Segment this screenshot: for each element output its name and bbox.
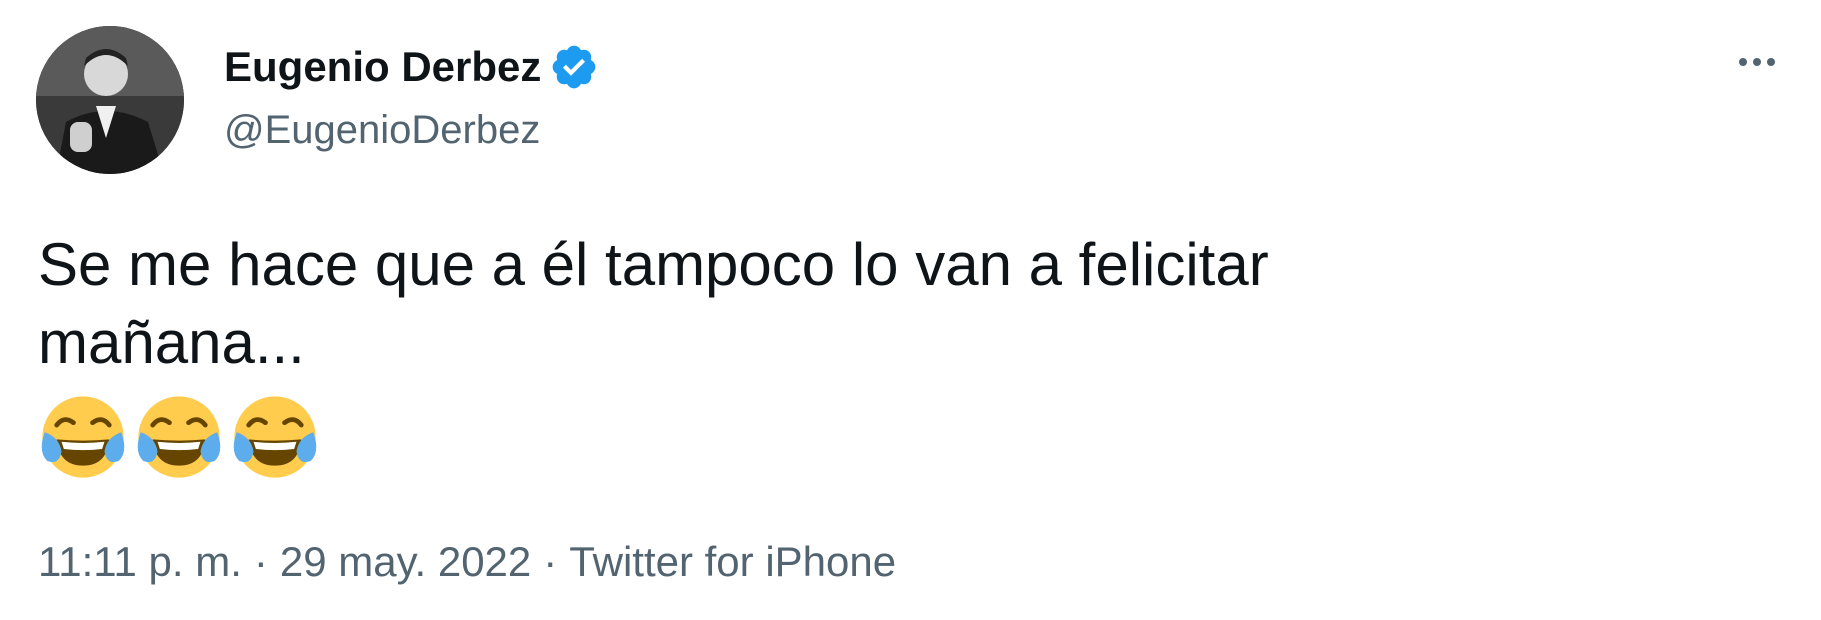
more-dot (1753, 58, 1761, 66)
tweet-text: Se me hace que a él tampoco lo van a fel… (38, 226, 1538, 382)
avatar-image (36, 26, 184, 174)
more-options-icon[interactable] (1727, 40, 1787, 84)
tweet-card: Eugenio Derbez @EugenioDerbez Se me hace… (0, 0, 1821, 620)
face-with-tears-of-joy-icon (137, 396, 221, 478)
emoji-row (40, 394, 318, 480)
face-with-tears-of-joy-icon (233, 396, 317, 478)
more-dot (1767, 58, 1775, 66)
meta-separator: · (253, 538, 268, 585)
tweet-text-line-2: mañana... (38, 309, 305, 376)
face-with-tears-of-joy-icon (41, 396, 125, 478)
tweet-source[interactable]: Twitter for iPhone (569, 538, 896, 586)
more-dot (1739, 58, 1747, 66)
tweet-header: Eugenio Derbez @EugenioDerbez (224, 38, 599, 153)
verified-badge-icon (553, 45, 596, 89)
meta-separator: · (543, 538, 558, 585)
avatar[interactable] (36, 26, 184, 174)
tweet-text-line-1: Se me hace que a él tampoco lo van a fel… (38, 231, 1269, 298)
user-handle[interactable]: @EugenioDerbez (224, 108, 599, 153)
display-name[interactable]: Eugenio Derbez (224, 43, 541, 91)
tweet-date[interactable]: 29 may. 2022 (280, 538, 531, 586)
tweet-metadata: 11:11 p. m. · 29 may. 2022 · Twitter for… (38, 538, 896, 586)
name-row: Eugenio Derbez (224, 38, 599, 96)
tweet-time[interactable]: 11:11 p. m. (38, 538, 242, 586)
